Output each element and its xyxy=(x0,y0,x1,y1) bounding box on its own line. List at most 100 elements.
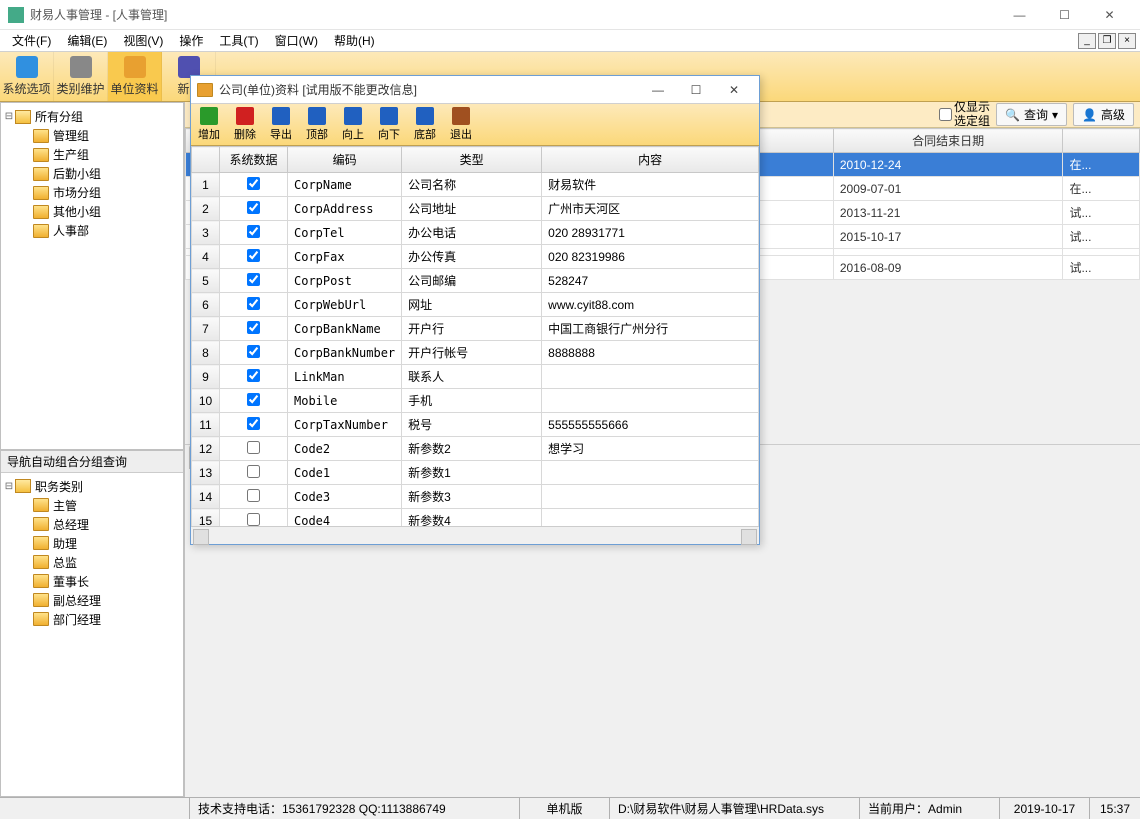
type-cell[interactable]: 新参数4 xyxy=(402,509,542,527)
type-cell[interactable]: 开户行帐号 xyxy=(402,341,542,365)
tree-node[interactable]: 主管 xyxy=(3,496,181,515)
dlg-tool-退出[interactable]: 退出 xyxy=(443,104,479,145)
toolbar-1[interactable]: 类别维护 xyxy=(54,52,108,101)
dlg-grid-header[interactable]: 编码 xyxy=(288,147,402,173)
dlg-row[interactable]: 13 Code1 新参数1 xyxy=(192,461,759,485)
dlg-row[interactable]: 11 CorpTaxNumber 税号 555555555666 xyxy=(192,413,759,437)
syschk-cell[interactable] xyxy=(220,365,288,389)
syschk-cell[interactable] xyxy=(220,485,288,509)
dlg-row[interactable]: 3 CorpTel 办公电话 020 28931771 xyxy=(192,221,759,245)
type-cell[interactable]: 办公电话 xyxy=(402,221,542,245)
menu-file[interactable]: 文件(F) xyxy=(4,30,59,51)
dialog-close-button[interactable]: ✕ xyxy=(715,78,753,102)
type-cell[interactable]: 网址 xyxy=(402,293,542,317)
dlg-row[interactable]: 4 CorpFax 办公传真 020 82319986 xyxy=(192,245,759,269)
value-cell[interactable] xyxy=(542,365,759,389)
type-cell[interactable]: 新参数3 xyxy=(402,485,542,509)
syschk-cell[interactable] xyxy=(220,269,288,293)
syschk-checkbox[interactable] xyxy=(247,369,260,382)
dlg-row[interactable]: 8 CorpBankNumber 开户行帐号 8888888 xyxy=(192,341,759,365)
value-cell[interactable]: 020 28931771 xyxy=(542,221,759,245)
value-cell[interactable] xyxy=(542,485,759,509)
close-button[interactable]: ✕ xyxy=(1087,1,1132,29)
syschk-cell[interactable] xyxy=(220,413,288,437)
type-cell[interactable]: 手机 xyxy=(402,389,542,413)
syschk-cell[interactable] xyxy=(220,317,288,341)
code-cell[interactable]: CorpTaxNumber xyxy=(288,413,402,437)
dlg-grid-header[interactable] xyxy=(192,147,220,173)
menu-edit[interactable]: 编辑(E) xyxy=(59,30,115,51)
type-cell[interactable]: 公司地址 xyxy=(402,197,542,221)
minimize-button[interactable]: — xyxy=(997,1,1042,29)
dialog-grid[interactable]: 系统数据编码类型内容1 CorpName 公司名称 财易软件2 CorpAddr… xyxy=(191,146,759,526)
syschk-cell[interactable] xyxy=(220,509,288,527)
dlg-row[interactable]: 2 CorpAddress 公司地址 广州市天河区 xyxy=(192,197,759,221)
code-cell[interactable]: CorpTel xyxy=(288,221,402,245)
value-cell[interactable]: www.cyit88.com xyxy=(542,293,759,317)
dlg-row[interactable]: 14 Code3 新参数3 xyxy=(192,485,759,509)
syschk-cell[interactable] xyxy=(220,389,288,413)
code-cell[interactable]: LinkMan xyxy=(288,365,402,389)
value-cell[interactable]: 528247 xyxy=(542,269,759,293)
grid-header[interactable] xyxy=(1063,129,1140,153)
value-cell[interactable]: 8888888 xyxy=(542,341,759,365)
syschk-checkbox[interactable] xyxy=(247,441,260,454)
dlg-tool-向下[interactable]: 向下 xyxy=(371,104,407,145)
type-cell[interactable]: 联系人 xyxy=(402,365,542,389)
tree-root[interactable]: ⊟ 所有分组 xyxy=(3,107,181,126)
syschk-checkbox[interactable] xyxy=(247,273,260,286)
dlg-grid-header[interactable]: 内容 xyxy=(542,147,759,173)
dlg-row[interactable]: 12 Code2 新参数2 想学习 xyxy=(192,437,759,461)
value-cell[interactable] xyxy=(542,389,759,413)
code-cell[interactable]: CorpName xyxy=(288,173,402,197)
collapse-icon[interactable]: ⊟ xyxy=(3,481,15,492)
dlg-row[interactable]: 7 CorpBankName 开户行 中国工商银行广州分行 xyxy=(192,317,759,341)
dlg-grid-header[interactable]: 类型 xyxy=(402,147,542,173)
tree-node[interactable]: 管理组 xyxy=(3,126,181,145)
value-cell[interactable]: 555555555666 xyxy=(542,413,759,437)
dlg-tool-底部[interactable]: 底部 xyxy=(407,104,443,145)
dlg-row[interactable]: 6 CorpWebUrl 网址 www.cyit88.com xyxy=(192,293,759,317)
type-cell[interactable]: 新参数2 xyxy=(402,437,542,461)
tree2-root[interactable]: ⊟ 职务类别 xyxy=(3,477,181,496)
dlg-tool-导出[interactable]: 导出 xyxy=(263,104,299,145)
dlg-row[interactable]: 15 Code4 新参数4 xyxy=(192,509,759,527)
syschk-checkbox[interactable] xyxy=(247,321,260,334)
tree-node[interactable]: 副总经理 xyxy=(3,591,181,610)
syschk-cell[interactable] xyxy=(220,341,288,365)
value-cell[interactable]: 广州市天河区 xyxy=(542,197,759,221)
value-cell[interactable]: 想学习 xyxy=(542,437,759,461)
type-cell[interactable]: 公司邮编 xyxy=(402,269,542,293)
value-cell[interactable] xyxy=(542,461,759,485)
tree-node[interactable]: 其他小组 xyxy=(3,202,181,221)
syschk-cell[interactable] xyxy=(220,197,288,221)
syschk-checkbox[interactable] xyxy=(247,513,260,526)
syschk-cell[interactable] xyxy=(220,173,288,197)
syschk-checkbox[interactable] xyxy=(247,177,260,190)
mdi-minimize-icon[interactable]: _ xyxy=(1078,33,1096,49)
syschk-checkbox[interactable] xyxy=(247,345,260,358)
dialog-titlebar[interactable]: 公司(单位)资料 [试用版不能更改信息] — ☐ ✕ xyxy=(191,76,759,104)
syschk-cell[interactable] xyxy=(220,461,288,485)
tree-node[interactable]: 市场分组 xyxy=(3,183,181,202)
syschk-checkbox[interactable] xyxy=(247,297,260,310)
value-cell[interactable]: 020 82319986 xyxy=(542,245,759,269)
code-cell[interactable]: Mobile xyxy=(288,389,402,413)
syschk-checkbox[interactable] xyxy=(247,393,260,406)
advanced-button[interactable]: 👤 高级 xyxy=(1073,103,1134,126)
collapse-icon[interactable]: ⊟ xyxy=(3,111,15,122)
value-cell[interactable]: 中国工商银行广州分行 xyxy=(542,317,759,341)
grid-header[interactable]: 合同结束日期 xyxy=(833,129,1063,153)
menu-window[interactable]: 窗口(W) xyxy=(267,30,326,51)
code-cell[interactable]: Code2 xyxy=(288,437,402,461)
dlg-grid-header[interactable]: 系统数据 xyxy=(220,147,288,173)
type-cell[interactable]: 新参数1 xyxy=(402,461,542,485)
code-cell[interactable]: Code4 xyxy=(288,509,402,527)
syschk-cell[interactable] xyxy=(220,293,288,317)
value-cell[interactable]: 财易软件 xyxy=(542,173,759,197)
dlg-tool-顶部[interactable]: 顶部 xyxy=(299,104,335,145)
dlg-row[interactable]: 9 LinkMan 联系人 xyxy=(192,365,759,389)
tree-node[interactable]: 总监 xyxy=(3,553,181,572)
code-cell[interactable]: CorpBankNumber xyxy=(288,341,402,365)
syschk-checkbox[interactable] xyxy=(247,201,260,214)
